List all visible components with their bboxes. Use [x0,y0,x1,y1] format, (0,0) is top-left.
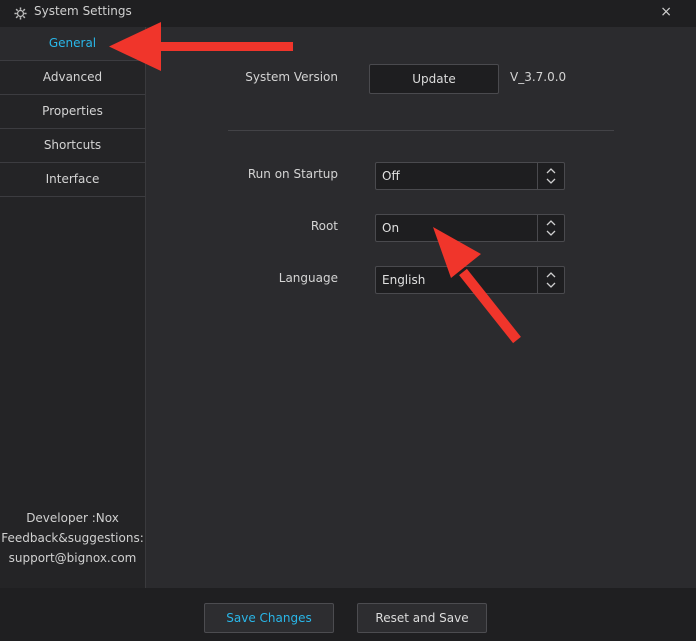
sidebar-item-shortcuts[interactable]: Shortcuts [0,129,145,163]
sidebar-item-general[interactable]: General [0,27,145,61]
divider [228,130,614,131]
run-on-startup-label: Run on Startup [247,167,338,181]
title-bar: System Settings × [0,0,696,27]
developer-info: Developer :Nox Feedback&suggestions: sup… [0,508,145,568]
system-version-label: System Version [245,70,338,84]
run-on-startup-select[interactable]: Off [375,162,565,190]
reset-and-save-button[interactable]: Reset and Save [357,603,487,633]
sidebar: General Advanced Properties Shortcuts In… [0,27,146,588]
root-select[interactable]: On [375,214,565,242]
up-down-chevron-icon[interactable] [537,267,564,293]
support-email[interactable]: support@bignox.com [0,548,145,568]
root-value: On [382,221,400,235]
sidebar-item-advanced[interactable]: Advanced [0,61,145,95]
up-down-chevron-icon[interactable] [537,215,564,241]
developer-text: Developer :Nox [26,511,119,525]
bottom-bar: Save Changes Reset and Save [0,588,696,641]
language-value: English [382,273,426,287]
root-label: Root [310,219,338,233]
version-text: V_3.7.0.0 [510,70,567,84]
sidebar-item-properties[interactable]: Properties [0,95,145,129]
language-select[interactable]: English [375,266,565,294]
language-label: Language [278,271,338,285]
close-icon[interactable]: × [660,4,672,20]
save-changes-button[interactable]: Save Changes [204,603,334,633]
run-on-startup-value: Off [382,169,400,183]
window-title: System Settings [34,4,132,18]
up-down-chevron-icon[interactable] [537,163,564,189]
feedback-text: Feedback&suggestions: [1,531,144,545]
update-button[interactable]: Update [369,64,499,94]
sidebar-item-interface[interactable]: Interface [0,163,145,197]
gear-icon [14,7,27,20]
general-settings-panel: System Version Update V_3.7.0.0 Run on S… [146,27,696,588]
